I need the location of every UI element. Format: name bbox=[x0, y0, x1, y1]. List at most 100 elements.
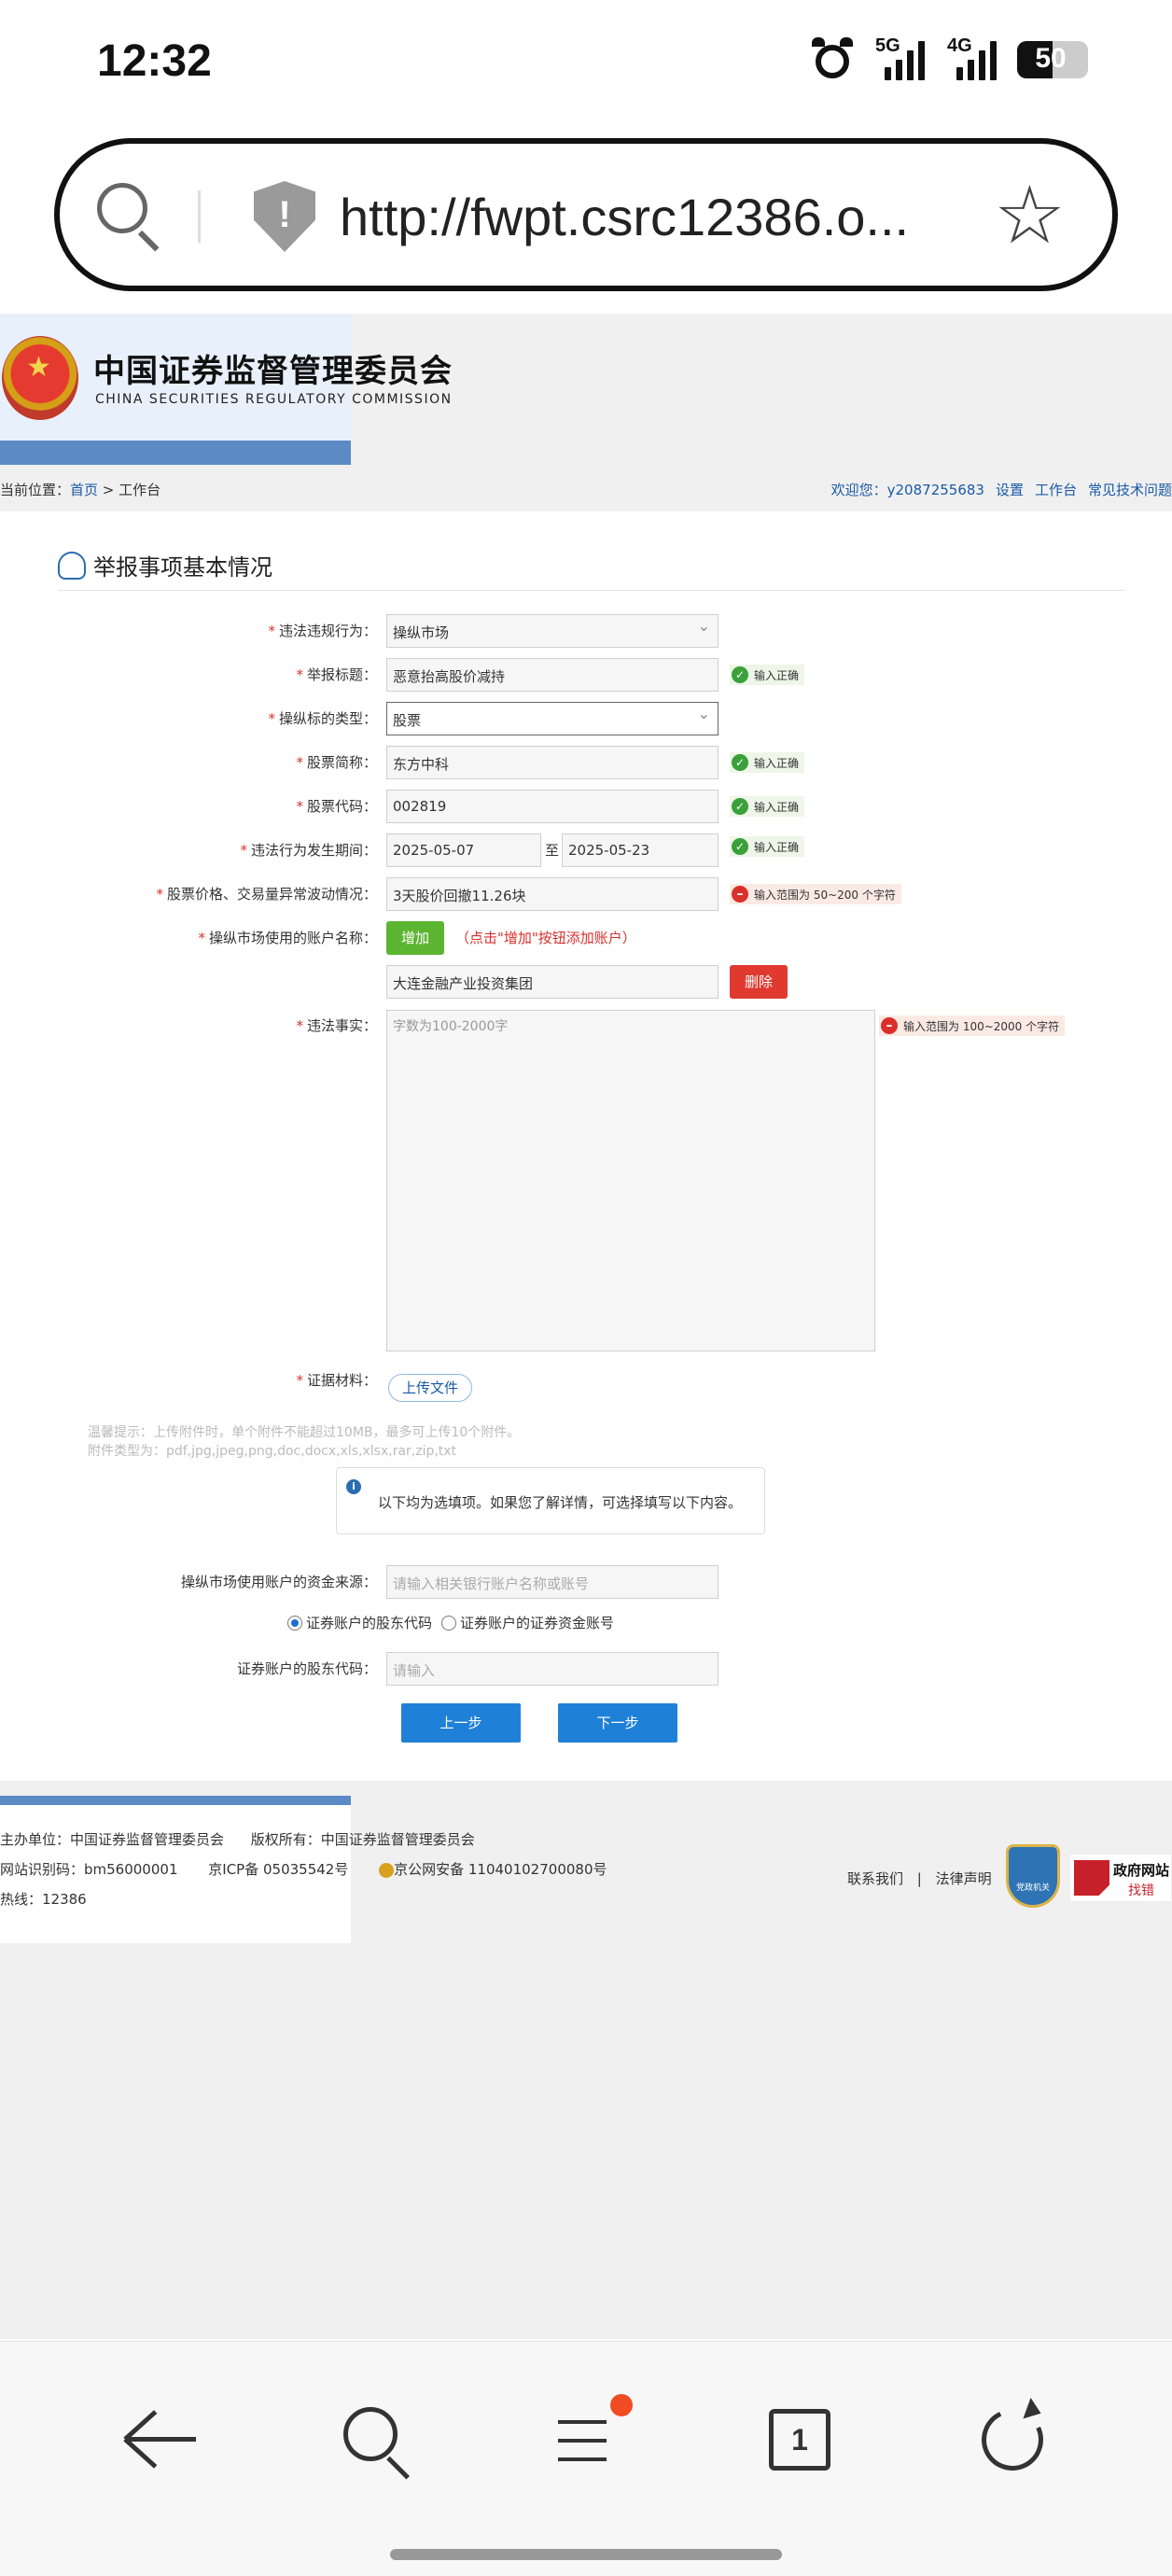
contact-us-link[interactable]: 联系我们 bbox=[847, 1870, 903, 1887]
add-account-button[interactable]: 增加 bbox=[386, 921, 444, 955]
footer-copyright: 版权所有：中国证券监督管理委员会 bbox=[250, 1831, 475, 1848]
refresh-icon[interactable] bbox=[970, 2397, 1054, 2482]
national-emblem-logo: ★ bbox=[2, 336, 78, 420]
battery-icon: 50 bbox=[1017, 41, 1088, 78]
fund-source-label: 操纵市场使用账户的资金来源： bbox=[180, 1574, 377, 1590]
violation-select[interactable]: 操纵市场 bbox=[386, 614, 719, 648]
section-title: 举报事项基本情况 bbox=[93, 554, 272, 581]
settings-link[interactable]: 设置 bbox=[996, 482, 1024, 498]
check-icon: ✓ bbox=[732, 754, 748, 771]
period-start-input[interactable]: 2025-05-07 bbox=[386, 833, 541, 867]
welcome-user-link[interactable]: 欢迎您：y2087255683 bbox=[831, 482, 984, 498]
magnifier-logo-icon bbox=[1074, 1860, 1109, 1896]
price-error-message: – 输入范围为 50~200 个字符 bbox=[730, 884, 901, 904]
info-icon: i bbox=[346, 1479, 361, 1494]
user-edit-icon bbox=[58, 551, 86, 580]
check-icon: ✓ bbox=[732, 666, 748, 683]
fund-source-input[interactable]: 请输入相关银行账户名称或账号 bbox=[386, 1565, 719, 1599]
facts-label: * 违法事实： bbox=[296, 1017, 377, 1034]
browser-bottom-nav: 1 bbox=[0, 2341, 1172, 2576]
radio-holder-code[interactable] bbox=[287, 1615, 302, 1631]
period-label: * 违法行为发生期间： bbox=[240, 842, 377, 859]
web-page: ★ 中国证券监督管理委员会 CHINA SECURITIES REGULATOR… bbox=[0, 314, 1172, 2339]
target-type-select[interactable]: 股票 bbox=[386, 702, 719, 735]
title-valid-message: ✓ 输入正确 bbox=[730, 665, 805, 685]
optional-info-box: i 以下均为选填项。如果您了解详情，可选择填写以下内容。 bbox=[336, 1467, 765, 1534]
legal-notice-link[interactable]: 法律声明 bbox=[936, 1870, 992, 1887]
footer-hotline: 热线：12386 bbox=[0, 1891, 87, 1908]
security-warning-icon[interactable]: ! bbox=[254, 181, 315, 252]
stock-code-label: * 股票代码： bbox=[296, 798, 377, 815]
site-header: ★ 中国证券监督管理委员会 CHINA SECURITIES REGULATOR… bbox=[0, 314, 452, 465]
status-icons: 5G 4G 50 bbox=[812, 35, 1088, 82]
period-valid-message: ✓ 输入正确 bbox=[730, 836, 805, 857]
delete-account-button[interactable]: 删除 bbox=[730, 965, 788, 999]
search-icon[interactable] bbox=[97, 183, 162, 252]
party-gov-badge[interactable]: 党政机关 bbox=[1006, 1844, 1060, 1908]
notification-dot bbox=[610, 2394, 633, 2416]
error-icon: – bbox=[881, 1017, 898, 1034]
facts-textarea[interactable]: 字数为100-2000字 bbox=[386, 1010, 875, 1351]
faq-link[interactable]: 常见技术问题 bbox=[1088, 482, 1172, 498]
menu-icon[interactable] bbox=[541, 2394, 633, 2482]
gov-site-error-badge[interactable]: 政府网站 找错 bbox=[1069, 1854, 1172, 1902]
bookmark-star-icon[interactable]: ☆ bbox=[994, 175, 1066, 256]
account-name-input[interactable]: 大连金融产业投资集团 bbox=[386, 965, 719, 999]
signal-5g-icon: 5G bbox=[873, 35, 925, 80]
footer-police[interactable]: 京公网安备 11040102700080号 bbox=[394, 1861, 607, 1878]
facts-error-message: – 输入范围为 100~2000 个字符 bbox=[879, 1015, 1066, 1036]
stock-code-input[interactable]: 002819 bbox=[386, 790, 719, 823]
user-links: 欢迎您：y2087255683 设置 工作台 常见技术问题 bbox=[820, 480, 1172, 499]
check-icon: ✓ bbox=[732, 798, 748, 815]
radio-fund-account[interactable] bbox=[441, 1615, 457, 1631]
workbench-link[interactable]: 工作台 bbox=[1035, 482, 1077, 498]
footer-stripe bbox=[0, 1796, 351, 1805]
address-bar[interactable]: ! http://fwpt.csrc12386.o... ☆ bbox=[54, 138, 1118, 291]
breadcrumb-home-link[interactable]: 首页 bbox=[70, 482, 98, 498]
footer-links: 联系我们 | 法律声明 | bbox=[847, 1870, 1011, 1887]
url-text[interactable]: http://fwpt.csrc12386.o... bbox=[340, 187, 909, 247]
title-label: * 举报标题： bbox=[296, 666, 377, 683]
add-account-hint: （点击"增加"按钮添加账户） bbox=[455, 930, 636, 946]
home-indicator[interactable] bbox=[390, 2549, 782, 2560]
org-name-en: CHINA SECURITIES REGULATORY COMMISSION bbox=[95, 392, 453, 407]
search-icon[interactable] bbox=[334, 2398, 418, 2482]
previous-step-button[interactable]: 上一步 bbox=[401, 1703, 521, 1743]
signal-4g-icon: 4G bbox=[945, 35, 997, 80]
account-label: * 操纵市场使用的账户名称： bbox=[198, 930, 377, 946]
tabs-icon[interactable]: 1 bbox=[758, 2398, 842, 2482]
stock-name-input[interactable]: 东方中科 bbox=[386, 746, 719, 779]
period-to-label: 至 bbox=[545, 842, 560, 859]
stock-name-valid-message: ✓ 输入正确 bbox=[730, 752, 805, 773]
divider bbox=[198, 190, 201, 243]
error-icon: – bbox=[732, 886, 748, 903]
footer-host: 主办单位：中国证券监督管理委员会 bbox=[0, 1831, 225, 1848]
report-title-input[interactable]: 恶意抬高股价减持 bbox=[386, 658, 719, 692]
site-footer: 主办单位：中国证券监督管理委员会 版权所有：中国证券监督管理委员会 网站识别码：… bbox=[0, 1796, 1172, 1964]
evidence-label: * 证据材料： bbox=[296, 1372, 377, 1389]
alarm-icon bbox=[812, 37, 853, 82]
section-divider bbox=[58, 590, 1125, 591]
account-type-radios: 证券账户的股东代码 证券账户的证券资金账号 bbox=[287, 1613, 614, 1632]
police-badge-icon bbox=[379, 1862, 395, 1878]
period-end-input[interactable]: 2025-05-23 bbox=[562, 833, 719, 867]
price-label: * 股票价格、交易量异常波动情况： bbox=[156, 886, 377, 903]
status-bar: 12:32 5G 4G 50 bbox=[0, 0, 1172, 131]
back-arrow-icon[interactable] bbox=[119, 2398, 203, 2482]
next-step-button[interactable]: 下一步 bbox=[558, 1703, 677, 1743]
check-icon: ✓ bbox=[732, 838, 748, 855]
price-volatility-input[interactable]: 3天股价回撤11.26块 bbox=[386, 877, 719, 911]
upload-file-button[interactable]: 上传文件 bbox=[388, 1374, 472, 1402]
upload-tip: 温馨提示：上传附件时，单个附件不能超过10MB，最多可上传10个附件。 bbox=[88, 1425, 521, 1440]
footer-icp[interactable]: 京ICP备 05035542号 bbox=[208, 1861, 348, 1878]
footer-info: 主办单位：中国证券监督管理委员会 版权所有：中国证券监督管理委员会 网站识别码：… bbox=[0, 1805, 607, 1943]
header-stripe bbox=[0, 441, 351, 465]
holder-code-label: 证券账户的股东代码： bbox=[236, 1660, 377, 1677]
holder-code-input[interactable]: 请输入 bbox=[386, 1652, 719, 1686]
target-type-label: * 操纵标的类型： bbox=[268, 710, 377, 727]
footer-site-id: 网站识别码：bm56000001 bbox=[0, 1861, 178, 1878]
upload-file-types: 附件类型为：pdf,jpg,jpeg,png,doc,docx,xls,xlsx… bbox=[88, 1444, 457, 1459]
org-name-cn: 中国证券监督管理委员会 bbox=[93, 353, 453, 390]
report-form: 举报事项基本情况 *违法违规行为： 操纵市场 *举报标题： 恶意抬高股价减持 ✓… bbox=[0, 511, 1172, 1781]
section-header: 举报事项基本情况 bbox=[58, 549, 272, 581]
